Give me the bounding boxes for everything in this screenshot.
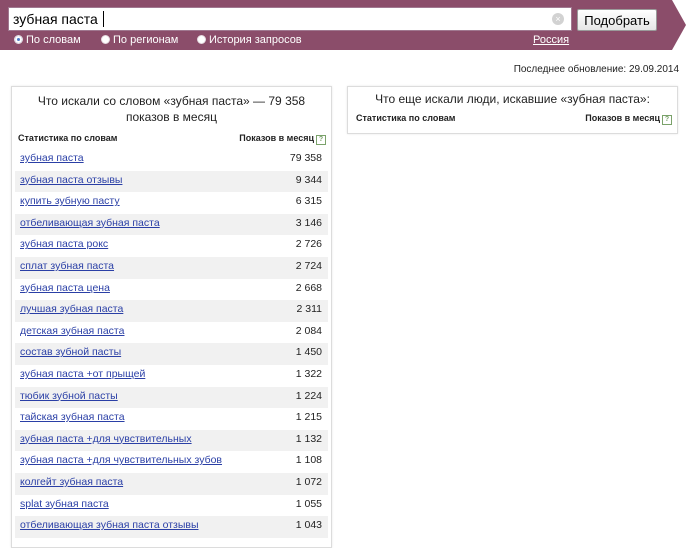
shows-count: 1 108 bbox=[295, 454, 322, 467]
region-link[interactable]: Россия bbox=[533, 34, 569, 46]
shows-count: 1 132 bbox=[295, 432, 322, 445]
shows-count: 79 358 bbox=[289, 152, 322, 164]
keyword-link[interactable]: отбеливающая зубная паста bbox=[20, 217, 160, 229]
radio-icon[interactable] bbox=[14, 35, 23, 44]
mode-history[interactable]: История запросов bbox=[197, 34, 302, 46]
shows-count: 2 311 bbox=[296, 303, 323, 316]
keyword-link[interactable]: отбеливающая зубная паста отзывы bbox=[20, 519, 199, 531]
help-icon[interactable]: ? bbox=[662, 115, 672, 125]
shows-count: 3 146 bbox=[295, 216, 322, 229]
shows-count: 1 450 bbox=[295, 346, 322, 359]
keyword-link[interactable]: тайская зубная паста bbox=[20, 411, 125, 423]
col-shows: Показов в месяц? bbox=[239, 133, 326, 145]
shows-count: 1 043 bbox=[295, 519, 322, 532]
shows-count: 2 724 bbox=[295, 259, 322, 272]
mode-by-words[interactable]: По словам bbox=[14, 34, 81, 46]
keyword-link[interactable]: лучшая зубная паста bbox=[20, 303, 123, 315]
table-row: зубная паста +для чувствительных 1 132 bbox=[15, 429, 328, 452]
column-header: Статистика по словам Показов в месяц? bbox=[12, 133, 331, 147]
keyword-link[interactable]: зубная паста +от прыщей bbox=[20, 368, 145, 380]
shows-count: 9 344 bbox=[295, 173, 322, 186]
table-row: зубная паста отзывы 9 344 bbox=[15, 170, 328, 193]
search-band: × Подобрать По словам По регионам Истори… bbox=[0, 0, 672, 50]
related-title: Что еще искали люди, искавшие «зубная па… bbox=[375, 92, 650, 106]
clear-icon[interactable]: × bbox=[552, 13, 564, 25]
keyword-rows: зубная паста 79 358 зубная паста отзывы 9 3… bbox=[15, 149, 328, 538]
submit-button[interactable]: Подобрать bbox=[577, 9, 657, 31]
keyword-link[interactable]: зубная паста +для чувствительных зубов bbox=[20, 454, 222, 466]
search-input[interactable] bbox=[13, 9, 543, 29]
table-row: детская зубная паста 2 084 bbox=[15, 322, 328, 344]
mode-by-regions[interactable]: По регионам bbox=[101, 34, 178, 46]
col-keywords: Статистика по словам bbox=[356, 113, 456, 123]
table-row: купить зубную пасту 6 315 bbox=[15, 192, 328, 214]
keyword-link[interactable]: детская зубная паста bbox=[20, 325, 124, 337]
radio-icon[interactable] bbox=[197, 35, 206, 44]
table-row: зубная паста +для чувствительных зубов 1 … bbox=[15, 451, 328, 473]
table-row: тюбик зубной пасты 1 224 bbox=[15, 386, 328, 409]
text-caret bbox=[103, 11, 104, 27]
keyword-link[interactable]: зубная паста цена bbox=[20, 282, 110, 294]
table-row: сплат зубная паста 2 724 bbox=[15, 256, 328, 279]
table-row: тайская зубная паста 1 215 bbox=[15, 408, 328, 430]
shows-count: 2 084 bbox=[295, 324, 322, 337]
keyword-link[interactable]: состав зубной пасты bbox=[20, 346, 121, 358]
keywords-panel: Что искали со словом «зубная паста» — 79… bbox=[11, 86, 332, 548]
table-row: состав зубной пасты 1 450 bbox=[15, 343, 328, 365]
table-row: зубная паста +от прыщей 1 322 bbox=[15, 365, 328, 387]
shows-count: 2 668 bbox=[295, 281, 322, 294]
table-row: колгейт зубная паста 1 072 bbox=[15, 472, 328, 495]
col-keywords: Статистика по словам bbox=[18, 133, 118, 143]
keyword-link[interactable]: колгейт зубная паста bbox=[20, 476, 123, 488]
keyword-link[interactable]: зубная паста +для чувствительных bbox=[20, 433, 192, 445]
table-row: отбеливающая зубная паста отзывы 1 043 bbox=[15, 516, 328, 538]
col-shows: Показов в месяц? bbox=[585, 113, 672, 125]
table-row: отбеливающая зубная паста 3 146 bbox=[15, 213, 328, 236]
keyword-link[interactable]: сплат зубная паста bbox=[20, 260, 114, 272]
table-row: splat зубная паста 1 055 bbox=[15, 495, 328, 517]
keyword-link[interactable]: купить зубную пасту bbox=[20, 195, 120, 207]
table-row: зубная паста 79 358 bbox=[15, 149, 328, 171]
column-header: Статистика по словам Показов в месяц? bbox=[348, 113, 677, 127]
keyword-link[interactable]: зубная паста bbox=[20, 152, 84, 164]
related-panel: Что еще искали люди, искавшие «зубная па… bbox=[347, 86, 678, 134]
shows-count: 1 055 bbox=[295, 497, 322, 510]
band-arrow bbox=[672, 0, 686, 50]
shows-count: 1 224 bbox=[295, 389, 322, 402]
search-box[interactable]: × bbox=[8, 7, 572, 31]
keyword-link[interactable]: зубная паста отзывы bbox=[20, 174, 122, 186]
shows-count: 6 315 bbox=[295, 195, 322, 208]
shows-count: 1 072 bbox=[295, 475, 322, 488]
shows-count: 2 726 bbox=[295, 238, 322, 251]
keyword-link[interactable]: тюбик зубной пасты bbox=[20, 390, 118, 402]
keyword-link[interactable]: splat зубная паста bbox=[20, 498, 109, 510]
shows-count: 1 215 bbox=[295, 411, 322, 424]
shows-count: 1 322 bbox=[295, 367, 322, 380]
keyword-link[interactable]: зубная паста рокс bbox=[20, 238, 108, 250]
table-row: зубная паста рокс 2 726 bbox=[15, 235, 328, 257]
panel-title: Что искали со словом «зубная паста» — 79… bbox=[37, 94, 306, 124]
table-row: лучшая зубная паста 2 311 bbox=[15, 300, 328, 322]
help-icon[interactable]: ? bbox=[316, 135, 326, 145]
radio-icon[interactable] bbox=[101, 35, 110, 44]
table-row: зубная паста цена 2 668 bbox=[15, 279, 328, 301]
last-updated: Последнее обновление: 29.09.2014 bbox=[513, 64, 679, 75]
